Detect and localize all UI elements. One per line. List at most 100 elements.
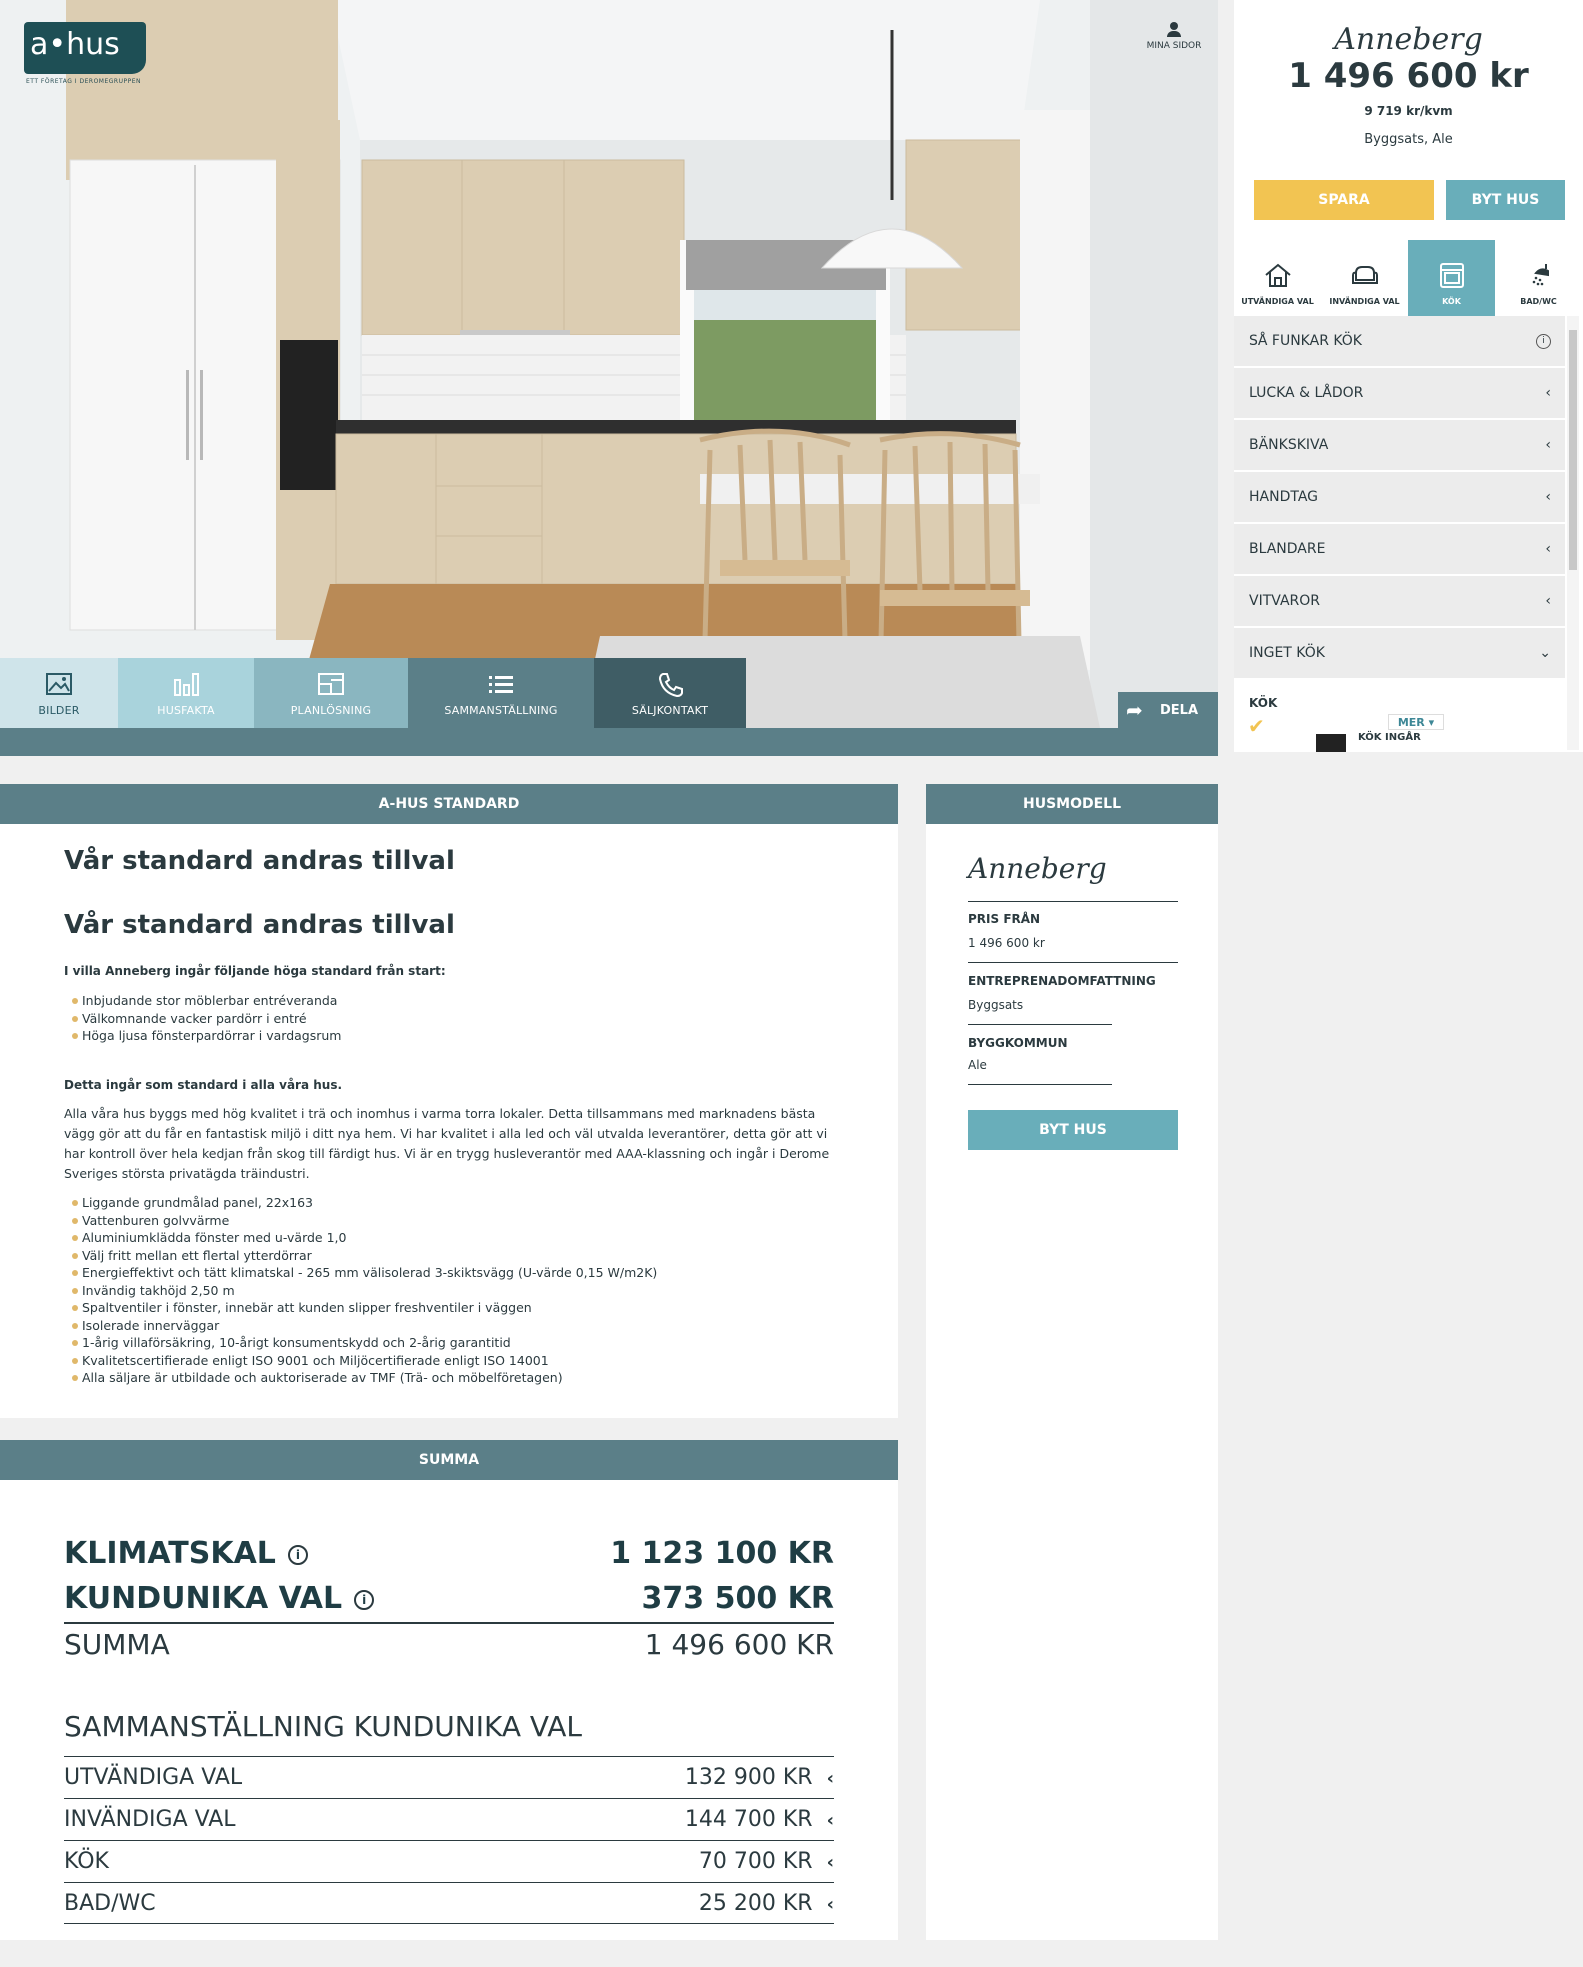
divider	[64, 1622, 834, 1624]
kok-ingar-label: KÖK INGÅR	[1358, 732, 1421, 743]
tab-saljkontakt[interactable]: SÄLJKONTAKT	[594, 658, 746, 728]
divider	[968, 901, 1178, 902]
menu-lucka-lador[interactable]: LUCKA & LÅDOR ‹	[1234, 368, 1565, 420]
image-tabs: BILDER HUSFAKTA PLANLÖSNING SAMMANSTÄLLN…	[0, 658, 746, 728]
list-item: Alla säljare är utbildade och auktoriser…	[64, 1369, 657, 1387]
standard-subheading: Detta ingår som standard i alla våra hus…	[64, 1078, 343, 1092]
menu-inget-kok[interactable]: INGET KÖK ⌄	[1234, 628, 1565, 680]
summa-card-header: SUMMA	[0, 1440, 898, 1480]
kitchen-illustration	[0, 0, 1218, 728]
shower-icon	[1532, 264, 1549, 286]
kundunika-label: KUNDUNIKA VAL	[64, 1581, 343, 1616]
list-item: 1-årig villaförsäkring, 10-årigt konsume…	[64, 1334, 657, 1352]
standard-card-header: A-HUS STANDARD	[0, 784, 898, 824]
chevron-down-icon: ⌄	[1539, 645, 1551, 661]
husmodell-card-header: HUSMODELL	[926, 784, 1218, 824]
breakdown-row-utvandiga[interactable]: UTVÄNDIGA VAL 132 900 KR ‹	[64, 1756, 834, 1798]
standard-card: A-HUS STANDARD Vår standard andras tillv…	[0, 784, 898, 1418]
chevron-left-icon: ‹	[826, 1852, 834, 1873]
floorplan-icon	[317, 672, 345, 696]
klimatskal-label: KLIMATSKAL	[64, 1536, 276, 1571]
menu-bankskiva[interactable]: BÄNKSKIVA ‹	[1234, 420, 1565, 472]
intro-list: Inbjudande stor möblerbar entréveranda V…	[64, 992, 341, 1045]
klimatskal-row: KLIMATSKAL i 1 123 100 KR	[64, 1536, 834, 1571]
price-per-sqm: 9 719 kr/kvm	[1364, 104, 1453, 118]
scope-label: ENTREPRENADOMFATTNING	[968, 974, 1156, 988]
save-button[interactable]: SPARA	[1254, 180, 1434, 220]
house-price: 1 496 600 kr	[1288, 56, 1529, 96]
list-item: Höga ljusa fönsterpardörrar i vardagsrum	[64, 1027, 341, 1045]
breakdown-row-bad-wc[interactable]: BAD/WC 25 200 KR ‹	[64, 1882, 834, 1924]
byt-hus-button[interactable]: BYT HUS	[968, 1110, 1178, 1150]
tab-kok[interactable]: KÖK	[1408, 240, 1495, 316]
tab-husfakta[interactable]: HUSFAKTA	[118, 658, 254, 728]
kok-section-title: KÖK	[1249, 696, 1278, 710]
kok-option-section: KÖK ✔ MER ▾ KÖK INGÅR	[1234, 684, 1565, 752]
kitchen-image: a•hus ETT FÖRETAG I DEROMEGRUPPEN MINA S…	[0, 0, 1218, 728]
menu-handtag[interactable]: HANDTAG ‹	[1234, 472, 1565, 524]
tab-invandiga-val[interactable]: INVÄNDIGA VAL	[1321, 240, 1408, 316]
husmodell-name: Anneberg	[968, 852, 1107, 885]
chevron-left-icon: ‹	[826, 1768, 834, 1789]
image-bottom-bar	[0, 728, 1218, 756]
logo-tagline: ETT FÖRETAG I DEROMEGRUPPEN	[26, 78, 141, 85]
menu-sa-funkar-kok[interactable]: SÅ FUNKAR KÖK i	[1234, 316, 1565, 368]
list-item: Energieffektivt och tätt klimatskal - 26…	[64, 1264, 657, 1282]
tab-bilder[interactable]: BILDER	[0, 658, 118, 728]
list-item: Inbjudande stor möblerbar entréveranda	[64, 992, 341, 1010]
divider	[968, 1024, 1112, 1025]
ahus-logo[interactable]: a•hus	[24, 22, 146, 74]
chevron-left-icon: ‹	[1545, 593, 1551, 609]
tab-utvandiga-val[interactable]: UTVÄNDIGA VAL	[1234, 240, 1321, 316]
user-icon	[1167, 22, 1181, 37]
list-item: Välkomnande vacker pardörr i entré	[64, 1010, 341, 1028]
tab-planlosning[interactable]: PLANLÖSNING	[254, 658, 408, 728]
kitchen-options-menu: SÅ FUNKAR KÖK i LUCKA & LÅDOR ‹ BÄNKSKIV…	[1234, 316, 1565, 680]
divider	[968, 962, 1178, 963]
chevron-left-icon: ‹	[1545, 541, 1551, 557]
list-item: Välj fritt mellan ett flertal ytterdörra…	[64, 1247, 657, 1265]
breakdown-row-kok[interactable]: KÖK 70 700 KR ‹	[64, 1840, 834, 1882]
info-icon[interactable]: i	[354, 1589, 375, 1610]
panel-scrollbar[interactable]	[1567, 316, 1579, 750]
standard-list: Liggande grundmålad panel, 22x163 Vatten…	[64, 1194, 657, 1387]
list-icon	[487, 672, 515, 696]
menu-blandare[interactable]: BLANDARE ‹	[1234, 524, 1565, 576]
chevron-left-icon: ‹	[826, 1893, 834, 1915]
price-value: 1 496 600 kr	[968, 936, 1045, 950]
list-item: Spaltventiler i fönster, innebär att kun…	[64, 1299, 657, 1317]
house-name: Anneberg	[1334, 22, 1483, 57]
mina-sidor-link[interactable]: MINA SIDOR	[1144, 22, 1204, 51]
chevron-left-icon: ‹	[1545, 385, 1551, 401]
share-arrow-icon: ➦	[1126, 698, 1143, 722]
tab-sammanstallning[interactable]: SAMMANSTÄLLNING	[408, 658, 594, 728]
bar-chart-icon	[172, 672, 200, 696]
kok-thumbnail[interactable]	[1316, 734, 1346, 752]
total-label: SUMMA	[64, 1628, 170, 1661]
list-item: Kvalitetscertifierade enligt ISO 9001 oc…	[64, 1352, 657, 1370]
menu-vitvaror[interactable]: VITVAROR ‹	[1234, 576, 1565, 628]
standard-heading-1: Vår standard andras tillval	[64, 846, 455, 876]
sofa-icon	[1351, 266, 1378, 284]
share-button[interactable]: ➦ DELA	[1118, 692, 1218, 728]
list-item: Isolerade innerväggar	[64, 1317, 657, 1335]
phone-icon	[656, 672, 684, 697]
list-item: Invändig takhöjd 2,50 m	[64, 1282, 657, 1300]
scrollbar-thumb[interactable]	[1569, 330, 1577, 570]
info-icon[interactable]: i	[287, 1544, 308, 1565]
info-icon: i	[1536, 333, 1551, 349]
chevron-left-icon: ‹	[1545, 489, 1551, 505]
husmodell-card: HUSMODELL Anneberg PRIS FRÅN 1 496 600 k…	[926, 784, 1218, 1940]
kundunika-value: 373 500 KR	[641, 1581, 834, 1616]
divider	[968, 1084, 1112, 1085]
breakdown-row-invandiga[interactable]: INVÄNDIGA VAL 144 700 KR ‹	[64, 1798, 834, 1840]
list-item: Aluminiumklädda fönster med u-värde 1,0	[64, 1229, 657, 1247]
change-house-button[interactable]: BYT HUS	[1446, 180, 1565, 220]
chevron-left-icon: ‹	[826, 1810, 834, 1831]
house-config-panel: Anneberg 1 496 600 kr 9 719 kr/kvm Byggs…	[1234, 0, 1583, 752]
mer-button[interactable]: MER ▾	[1388, 714, 1444, 730]
list-item: Vattenburen golvvärme	[64, 1212, 657, 1230]
house-location: Byggsats, Ale	[1364, 132, 1453, 147]
municipality-label: BYGGKOMMUN	[968, 1036, 1068, 1050]
tab-bad-wc[interactable]: BAD/WC	[1495, 240, 1582, 316]
